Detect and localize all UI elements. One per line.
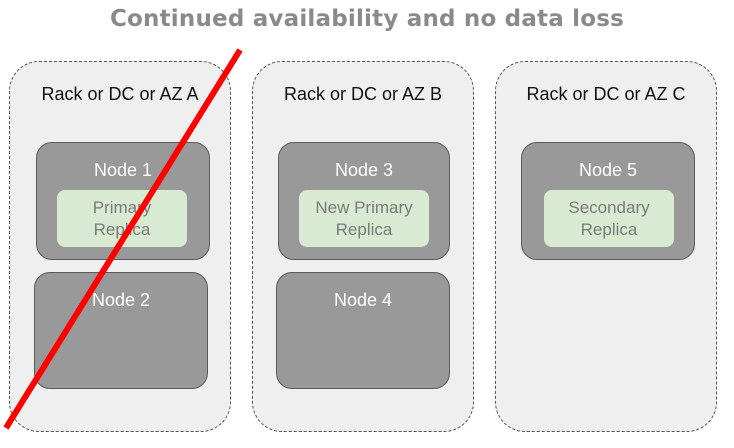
primary-replica: Primary Replica (57, 190, 187, 247)
zone-b: Rack or DC or AZ B Node 3 New Primary Re… (252, 61, 474, 432)
node-4: Node 4 (276, 272, 450, 389)
node-4-label: Node 4 (333, 290, 393, 310)
zone-a: Rack or DC or AZ A Node 1 Primary Replic… (9, 61, 231, 432)
node-1: Node 1 Primary Replica (36, 142, 210, 260)
replica-line-1: Primary (92, 197, 152, 217)
replica-line-2: Replica (93, 219, 151, 239)
replica-line-1: New Primary (315, 197, 413, 217)
node-5-label: Node 5 (578, 160, 638, 180)
node-2-label: Node 2 (91, 290, 151, 310)
node-2: Node 2 (34, 272, 208, 389)
zone-c: Rack or DC or AZ C Node 5 Secondary Repl… (495, 61, 717, 432)
zone-a-label: Rack or DC or AZ A (41, 84, 199, 104)
node-3-label: Node 3 (334, 160, 394, 180)
replica-line-2: Replica (580, 219, 638, 239)
node-3: Node 3 New Primary Replica (278, 142, 450, 260)
replica-line-2: Replica (335, 219, 393, 239)
node-5: Node 5 Secondary Replica (521, 142, 695, 260)
replica-line-1: Secondary (568, 197, 650, 217)
diagram-title: Continued availability and no data loss (109, 6, 625, 32)
new-primary-replica: New Primary Replica (299, 190, 429, 247)
zone-b-label: Rack or DC or AZ B (283, 84, 443, 104)
secondary-replica: Secondary Replica (544, 190, 674, 247)
zone-c-label: Rack or DC or AZ C (526, 84, 686, 104)
node-1-label: Node 1 (93, 160, 153, 180)
